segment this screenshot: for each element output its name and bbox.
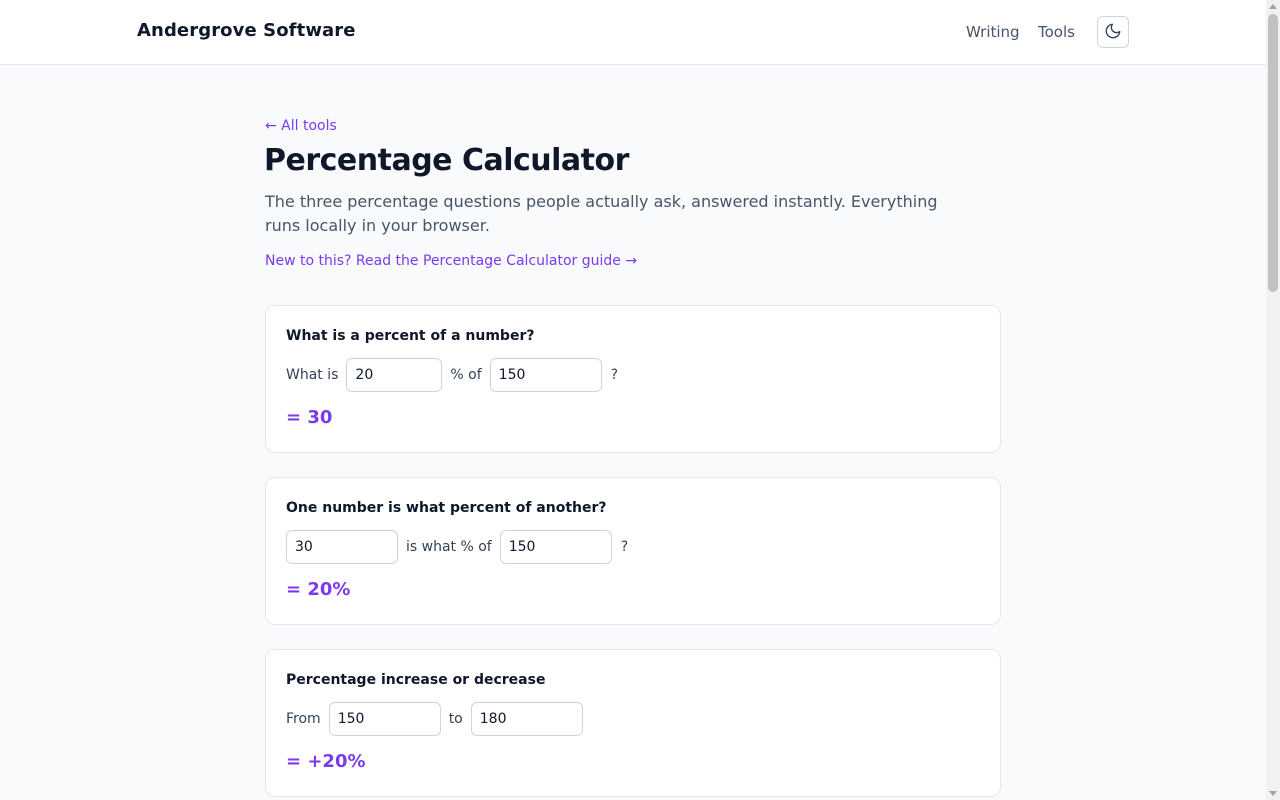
middle-label: % of [450, 367, 482, 383]
percent-change-card: Percentage increase or decrease From to … [265, 649, 1001, 797]
scroll-down-arrow-icon[interactable] [1269, 791, 1277, 796]
whole-input[interactable] [499, 530, 612, 564]
prefix-label: From [286, 711, 321, 727]
calculator-row: From to [286, 702, 583, 736]
page-intro: The three percentage questions people ac… [265, 192, 938, 235]
percent-input[interactable] [346, 358, 443, 392]
back-to-all-tools-link[interactable]: ← All tools [265, 118, 337, 134]
calculator-row: is what % of ? [286, 530, 628, 564]
moon-icon [1104, 22, 1122, 43]
prefix-label: What is [286, 367, 339, 383]
suffix-label: ? [610, 367, 619, 383]
site-header: Andergrove Software Writing Tools [0, 0, 1266, 65]
what-percent-card: One number is what percent of another? i… [265, 477, 1001, 625]
scroll-up-arrow-icon[interactable] [1269, 4, 1277, 9]
from-input[interactable] [328, 702, 441, 736]
guide-link[interactable]: New to this? Read the Percentage Calcula… [265, 253, 637, 269]
brand-logo[interactable]: Andergrove Software [137, 20, 356, 41]
result-value: = 20% [286, 579, 351, 600]
page-scrollbar[interactable] [1266, 0, 1280, 800]
card-title: Percentage increase or decrease [286, 672, 546, 688]
number-input[interactable] [489, 358, 602, 392]
card-title: What is a percent of a number? [286, 328, 535, 344]
result-value: = +20% [286, 751, 366, 772]
nav-writing[interactable]: Writing [966, 23, 1020, 41]
middle-label: is what % of [406, 539, 492, 555]
theme-toggle-button[interactable] [1097, 16, 1129, 48]
scrollbar-thumb[interactable] [1268, 14, 1278, 292]
page-title: Percentage Calculator [264, 143, 629, 178]
calculator-row: What is % of ? [286, 358, 618, 392]
result-value: = 30 [286, 407, 333, 428]
percent-of-number-card: What is a percent of a number? What is %… [265, 305, 1001, 453]
part-input[interactable] [286, 530, 398, 564]
to-input[interactable] [470, 702, 583, 736]
nav-tools[interactable]: Tools [1038, 23, 1075, 41]
card-title: One number is what percent of another? [286, 500, 607, 516]
middle-label: to [448, 711, 463, 727]
suffix-label: ? [620, 539, 629, 555]
